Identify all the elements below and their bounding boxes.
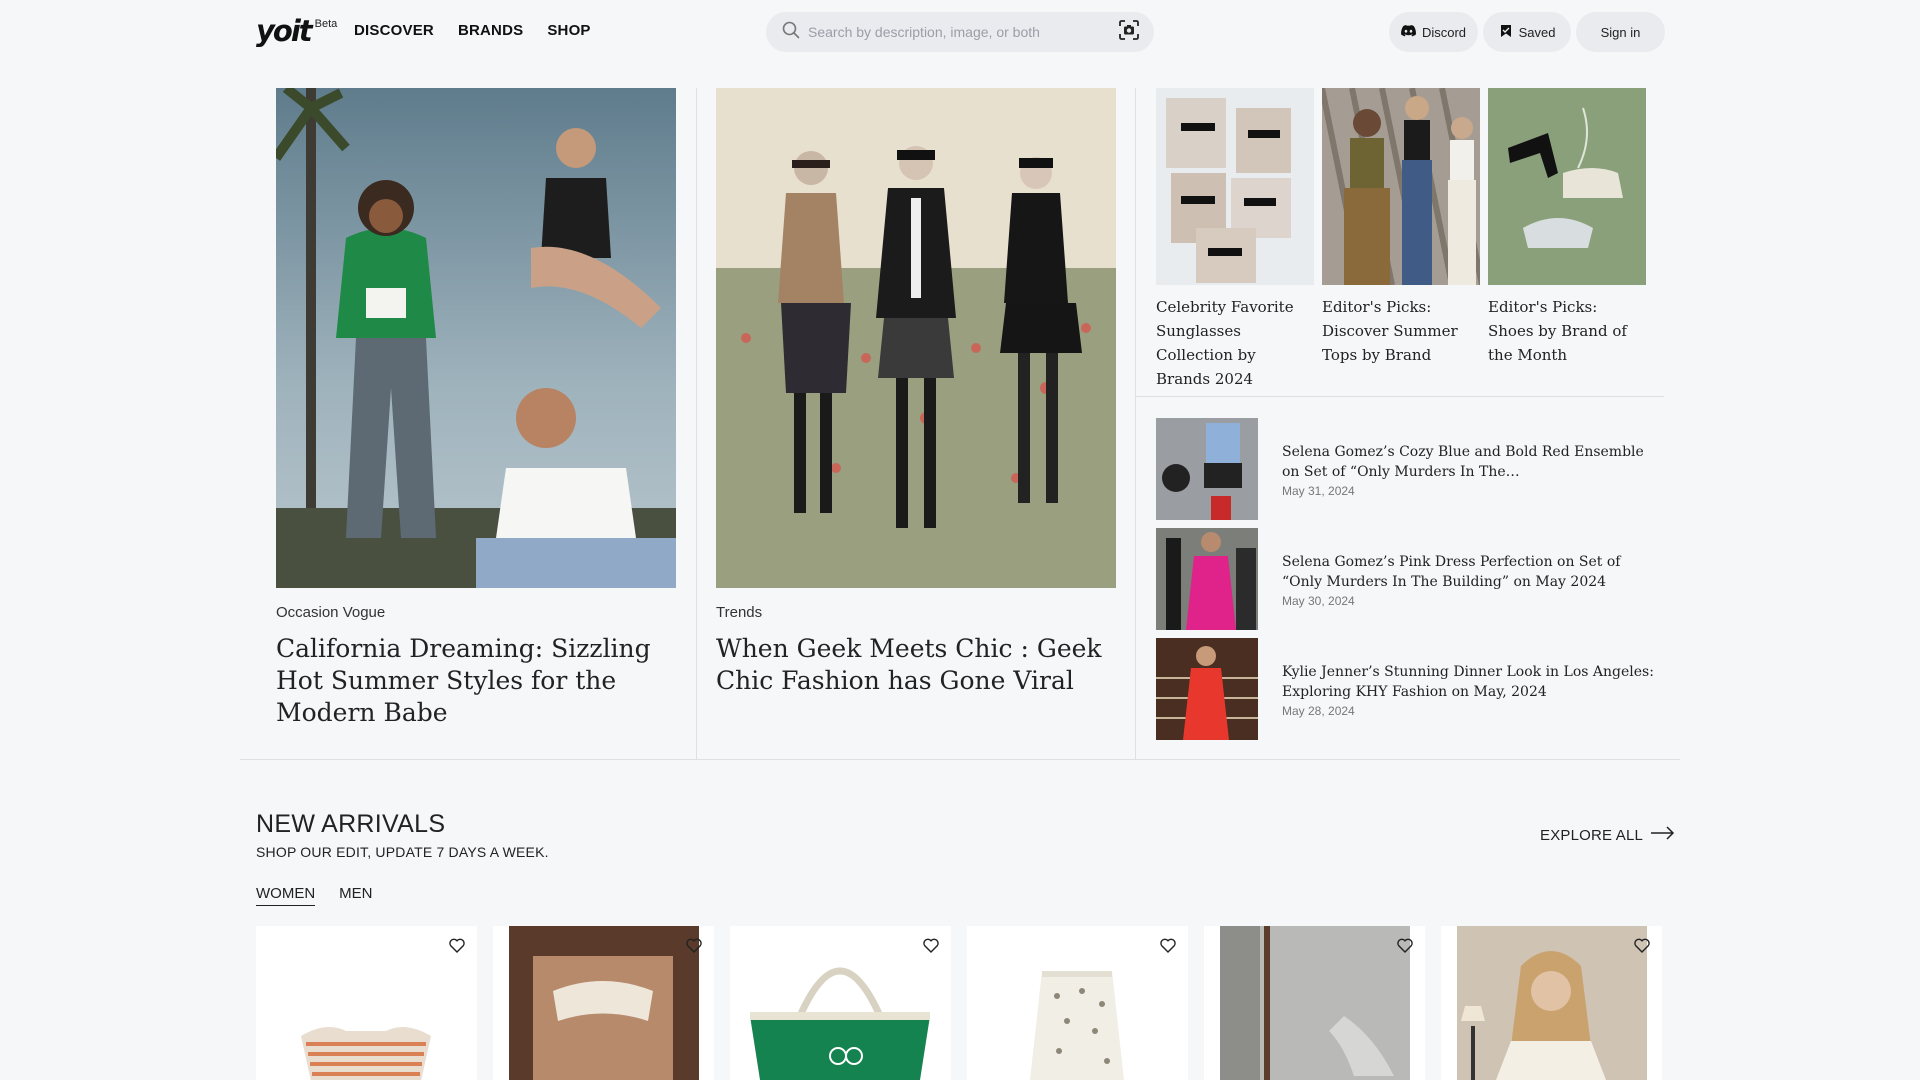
divider bbox=[1135, 88, 1136, 760]
yoit-logo[interactable]: yoit Beta bbox=[256, 14, 337, 48]
pick-image[interactable] bbox=[1322, 88, 1480, 285]
nav-brands[interactable]: BRANDS bbox=[458, 22, 523, 39]
heart-icon[interactable] bbox=[449, 938, 465, 958]
divider bbox=[696, 88, 697, 760]
product-card[interactable] bbox=[256, 926, 477, 1080]
product-card[interactable] bbox=[730, 926, 951, 1080]
news-date: May 30, 2024 bbox=[1282, 594, 1355, 608]
tab-men[interactable]: MEN bbox=[339, 885, 372, 906]
product-image[interactable] bbox=[493, 926, 714, 1080]
news-title[interactable]: Selena Gomez’s Cozy Blue and Bold Red En… bbox=[1282, 442, 1656, 482]
featured-article-geek-chic[interactable]: Trends When Geek Meets Chic : Geek Chic … bbox=[716, 88, 1116, 697]
beta-label: Beta bbox=[314, 18, 338, 30]
main-nav: DISCOVER BRANDS SHOP bbox=[354, 22, 591, 39]
news-date: May 28, 2024 bbox=[1282, 704, 1355, 718]
search-input[interactable] bbox=[808, 24, 1118, 40]
sign-in-label: Sign in bbox=[1600, 24, 1641, 40]
editor-picks: Celebrity Favorite Sunglasses Collection… bbox=[1156, 88, 1646, 391]
featured-article-california[interactable]: Occasion Vogue California Dreaming: Sizz… bbox=[276, 88, 676, 729]
saved-label: Saved bbox=[1518, 24, 1556, 40]
saved-button[interactable]: Saved bbox=[1483, 12, 1571, 52]
discord-button[interactable]: Discord bbox=[1389, 12, 1478, 52]
explore-all-label: EXPLORE ALL bbox=[1540, 826, 1644, 844]
pick-card[interactable]: Editor's Picks: Shoes by Brand of the Mo… bbox=[1488, 88, 1646, 391]
pick-card[interactable]: Editor's Picks: Discover Summer Tops by … bbox=[1322, 88, 1480, 391]
pick-card[interactable]: Celebrity Favorite Sunglasses Collection… bbox=[1156, 88, 1314, 391]
news-thumbnail[interactable] bbox=[1156, 638, 1258, 740]
product-card[interactable] bbox=[967, 926, 1188, 1080]
news-title[interactable]: Kylie Jenner’s Stunning Dinner Look in L… bbox=[1282, 662, 1656, 702]
arrow-right-icon bbox=[1651, 826, 1675, 844]
discord-label: Discord bbox=[1421, 24, 1467, 40]
heart-icon[interactable] bbox=[1397, 938, 1413, 958]
explore-all-link[interactable]: EXPLORE ALL bbox=[1540, 826, 1675, 844]
new-arrivals-subtitle: SHOP OUR EDIT, UPDATE 7 DAYS A WEEK. bbox=[256, 844, 549, 860]
search-bar[interactable] bbox=[766, 12, 1154, 52]
pick-image[interactable] bbox=[1488, 88, 1646, 285]
nav-discover[interactable]: DISCOVER bbox=[354, 22, 434, 39]
article-headline[interactable]: California Dreaming: Sizzling Hot Summer… bbox=[276, 633, 676, 729]
tab-women[interactable]: WOMEN bbox=[256, 885, 316, 906]
heart-icon[interactable] bbox=[1634, 938, 1650, 958]
news-list: Selena Gomez’s Cozy Blue and Bold Red En… bbox=[1156, 418, 1656, 748]
news-date: May 31, 2024 bbox=[1282, 484, 1355, 498]
product-image[interactable] bbox=[730, 926, 951, 1080]
product-image[interactable] bbox=[256, 926, 477, 1080]
product-image[interactable] bbox=[1204, 926, 1425, 1080]
top-header: yoit Beta DISCOVER BRANDS SHOP Discord S… bbox=[0, 0, 1920, 64]
new-arrivals-heading: NEW ARRIVALS bbox=[256, 810, 446, 838]
pick-title[interactable]: Editor's Picks: Discover Summer Tops by … bbox=[1322, 295, 1480, 367]
divider bbox=[1136, 396, 1664, 397]
search-icon[interactable] bbox=[782, 21, 800, 44]
gender-tabs: WOMEN MEN bbox=[256, 885, 373, 906]
product-card[interactable] bbox=[493, 926, 714, 1080]
nav-shop[interactable]: SHOP bbox=[547, 22, 590, 39]
news-item[interactable]: Kylie Jenner’s Stunning Dinner Look in L… bbox=[1156, 638, 1656, 740]
article-category[interactable]: Trends bbox=[716, 604, 1116, 621]
article-hero-image[interactable] bbox=[716, 88, 1116, 588]
article-headline[interactable]: When Geek Meets Chic : Geek Chic Fashion… bbox=[716, 633, 1116, 697]
pick-title[interactable]: Editor's Picks: Shoes by Brand of the Mo… bbox=[1488, 295, 1646, 367]
product-image[interactable] bbox=[967, 926, 1188, 1080]
news-thumbnail[interactable] bbox=[1156, 418, 1258, 520]
pick-title[interactable]: Celebrity Favorite Sunglasses Collection… bbox=[1156, 295, 1314, 391]
bookmark-icon bbox=[1499, 24, 1513, 41]
article-hero-image[interactable] bbox=[276, 88, 676, 588]
heart-icon[interactable] bbox=[1160, 938, 1176, 958]
heart-icon[interactable] bbox=[923, 938, 939, 958]
article-category[interactable]: Occasion Vogue bbox=[276, 604, 676, 621]
product-card[interactable] bbox=[1441, 926, 1662, 1080]
product-card[interactable] bbox=[1204, 926, 1425, 1080]
discord-icon bbox=[1401, 24, 1416, 40]
news-item[interactable]: Selena Gomez’s Pink Dress Perfection on … bbox=[1156, 528, 1656, 630]
image-search-icon[interactable] bbox=[1118, 19, 1140, 46]
news-item[interactable]: Selena Gomez’s Cozy Blue and Bold Red En… bbox=[1156, 418, 1656, 520]
product-grid bbox=[256, 926, 1662, 1080]
news-thumbnail[interactable] bbox=[1156, 528, 1258, 630]
logo-wordmark: yoit bbox=[256, 14, 313, 48]
news-title[interactable]: Selena Gomez’s Pink Dress Perfection on … bbox=[1282, 552, 1656, 592]
pick-image[interactable] bbox=[1156, 88, 1314, 285]
heart-icon[interactable] bbox=[686, 938, 702, 958]
featured-section: Occasion Vogue California Dreaming: Sizz… bbox=[240, 88, 1680, 760]
sign-in-button[interactable]: Sign in bbox=[1576, 12, 1665, 52]
product-image[interactable] bbox=[1441, 926, 1662, 1080]
